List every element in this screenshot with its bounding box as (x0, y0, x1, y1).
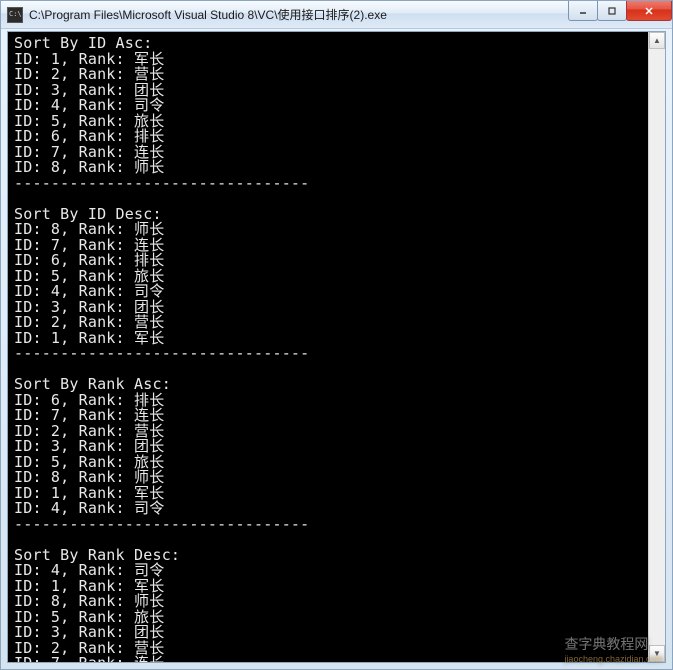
scroll-up-button[interactable]: ▲ (649, 32, 665, 49)
vertical-scrollbar[interactable]: ▲ ▼ (648, 32, 665, 662)
scroll-down-button[interactable]: ▼ (649, 645, 665, 662)
maximize-button[interactable] (597, 1, 627, 21)
window-title: C:\Program Files\Microsoft Visual Studio… (29, 6, 387, 23)
console-output: Sort By ID Asc: ID: 1, Rank: 军长 ID: 2, R… (8, 32, 648, 662)
close-button[interactable] (626, 1, 672, 21)
titlebar[interactable]: C:\Program Files\Microsoft Visual Studio… (1, 1, 672, 29)
console-client-area: Sort By ID Asc: ID: 1, Rank: 军长 ID: 2, R… (7, 31, 666, 663)
app-icon (7, 7, 23, 23)
window-controls (569, 1, 672, 21)
scroll-track[interactable] (649, 49, 665, 645)
minimize-button[interactable] (568, 1, 598, 21)
app-window: C:\Program Files\Microsoft Visual Studio… (0, 0, 673, 670)
